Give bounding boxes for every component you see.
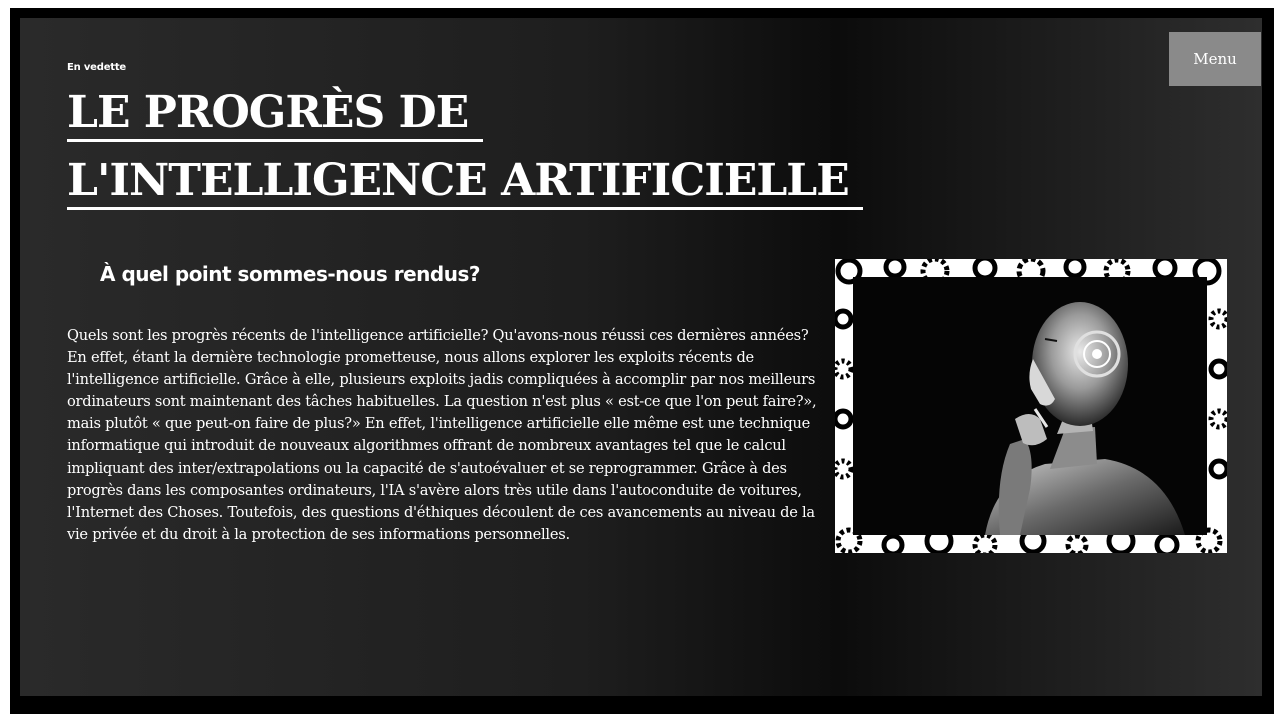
robot-illustration [835, 259, 1227, 553]
article-body: Quels sont les progrès récents de l'inte… [67, 325, 819, 546]
article-subheading: À quel point sommes-nous rendus? [100, 262, 480, 286]
page-title: LE PROGRÈS DE L'INTELLIGENCE ARTIFICIELL… [67, 82, 967, 218]
page-title-line-2: L'INTELLIGENCE ARTIFICIELLE [67, 155, 864, 210]
featured-label: En vedette [67, 62, 127, 73]
article-intro-paragraph: Quels sont les progrès récents de l'inte… [67, 327, 809, 344]
page-title-line-1: LE PROGRÈS DE [67, 87, 483, 142]
article-main-paragraph: En effet, étant la dernière technologie … [67, 349, 817, 543]
menu-button[interactable]: Menu [1169, 32, 1261, 86]
